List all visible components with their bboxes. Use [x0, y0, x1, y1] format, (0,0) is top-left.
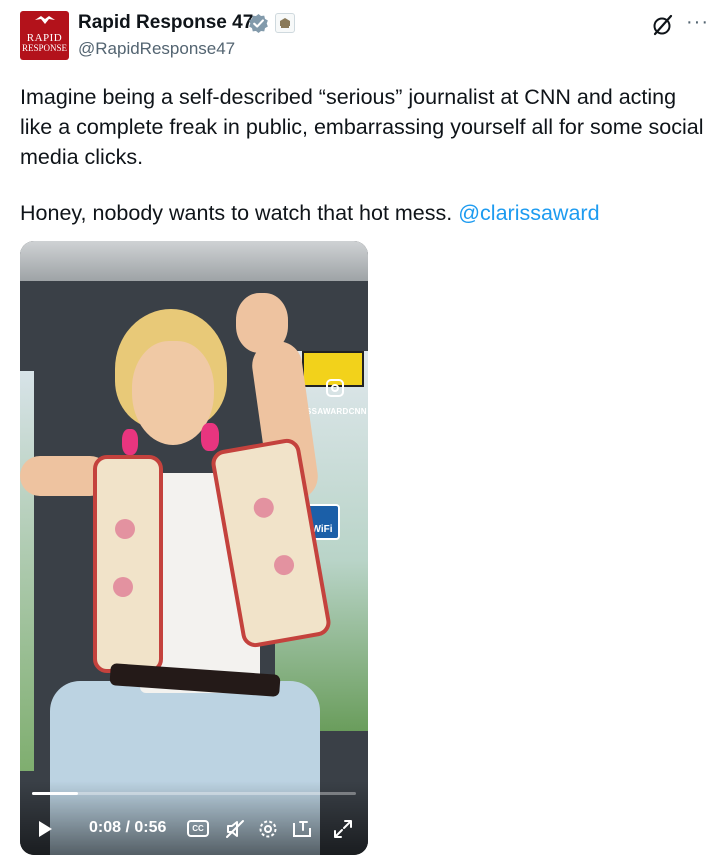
video-frame-hand: [236, 293, 288, 353]
settings-icon[interactable]: [257, 818, 279, 840]
grok-icon[interactable]: [651, 13, 675, 37]
avatar[interactable]: RAPID RESPONSE: [20, 11, 69, 60]
video-frame-vest-left: [93, 455, 163, 673]
avatar-logo-text-2: RESPONSE: [21, 43, 67, 53]
eagle-logo-icon: [35, 16, 55, 24]
video-player[interactable]: @CLARISSAWARDCNN WiFi 0:08 / 0:56 CC: [20, 241, 368, 855]
seal-icon: [280, 18, 290, 28]
dock-icon[interactable]: [291, 818, 313, 840]
flower-pattern-icon: [115, 519, 135, 539]
video-progress-fill[interactable]: [32, 792, 78, 795]
tweet-text-prefix: Honey, nobody wants to watch that hot me…: [20, 201, 453, 225]
video-frame-ceiling: [20, 241, 368, 281]
display-name[interactable]: Rapid Response 47: [78, 12, 253, 34]
closed-captions-icon[interactable]: CC: [187, 820, 209, 837]
flower-pattern-icon: [272, 553, 296, 577]
mute-icon[interactable]: [224, 818, 246, 840]
fullscreen-icon[interactable]: [332, 818, 354, 840]
video-time: 0:08 / 0:56: [89, 819, 167, 836]
video-frame-window-left: [20, 371, 34, 771]
instagram-icon: [326, 379, 344, 397]
mention-link[interactable]: @clarissaward: [458, 201, 599, 225]
tweet-text-line-2: Honey, nobody wants to watch that hot me…: [20, 198, 710, 228]
play-icon[interactable]: [39, 821, 52, 837]
tweet-text: Imagine being a self-described “serious”…: [20, 85, 704, 169]
flower-pattern-icon: [113, 577, 133, 597]
user-handle[interactable]: @RapidResponse47: [78, 39, 235, 59]
video-frame-earring: [201, 423, 219, 451]
video-frame-earring: [122, 429, 138, 455]
video-progress-track[interactable]: [32, 792, 356, 795]
flower-pattern-icon: [252, 496, 276, 520]
affiliation-badge-icon[interactable]: [275, 13, 295, 33]
verified-badge-icon[interactable]: [248, 13, 269, 34]
more-options-icon[interactable]: ···: [686, 11, 709, 34]
